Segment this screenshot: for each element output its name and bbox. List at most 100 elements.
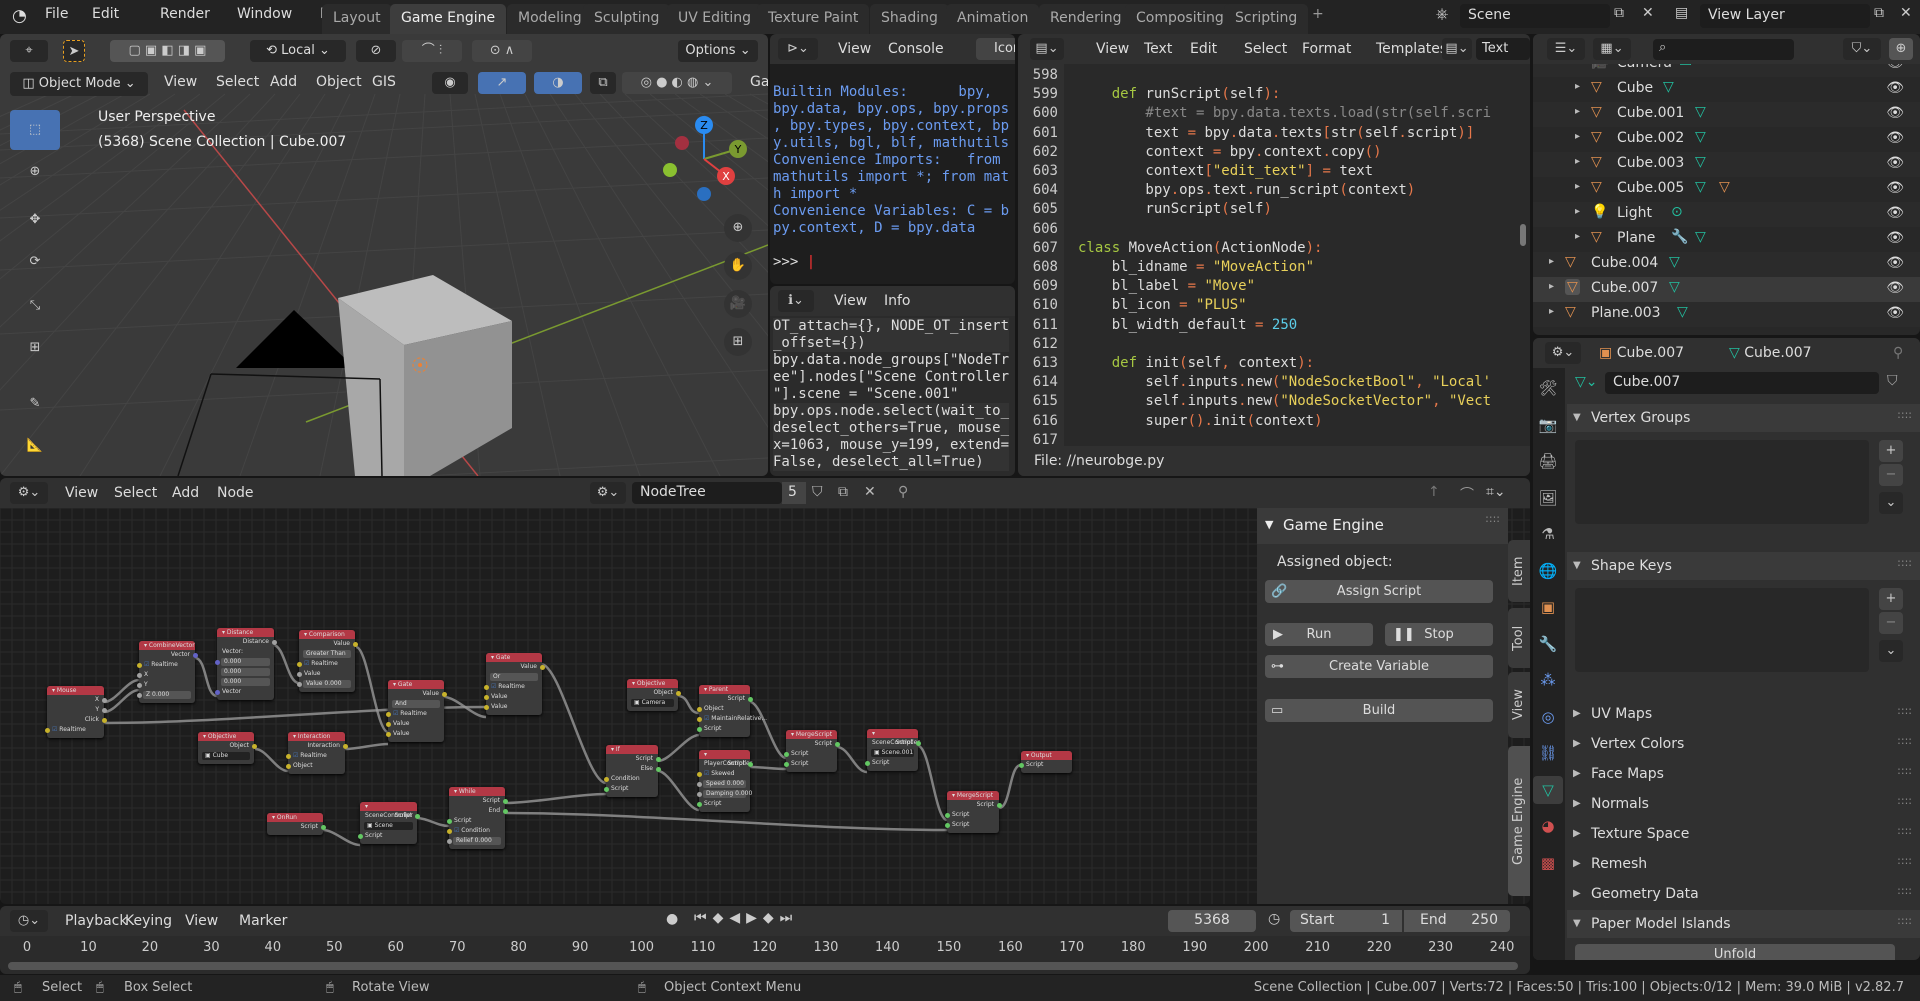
workspace-tab-game-engine[interactable]: Game Engine [390,4,507,34]
info-menu-view[interactable]: View [834,293,867,309]
node-mergescript[interactable]: ▾ MergeScript Script Script Script [944,791,1002,833]
text-scrollbar[interactable] [1520,224,1526,246]
socket-icon[interactable] [696,781,702,787]
tool-annotate-icon[interactable]: ✎ [10,386,60,422]
drag-grip-icon[interactable]: :::: [1897,794,1912,807]
node-gate[interactable]: ▾ Gate Value And ☑ Realtime Value Value [385,680,447,742]
node-header[interactable]: ▾ CombineVector [139,641,195,650]
panel-uv-maps[interactable]: ▶ UV Maps:::: [1567,700,1920,728]
properties-tab-texture-icon[interactable]: ▩ [1533,849,1563,877]
properties-tab-constraints-icon[interactable]: ⛓ [1533,739,1563,767]
new-collection-icon[interactable]: ⊕ [1889,38,1913,60]
mesh-icon[interactable]: ▽ [1719,179,1730,195]
workspace-tab-layout[interactable]: Layout [322,4,392,34]
socket-icon[interactable] [101,697,107,703]
node-object-field[interactable]: ▣ Cube [202,752,250,760]
socket-icon[interactable] [296,681,302,687]
current-frame-field[interactable]: 5368 [1168,910,1256,932]
timeline-menu-playback[interactable]: Playback [65,913,127,929]
outliner-item-light[interactable]: ▸ 💡 Light ⊙ 👁 [1533,202,1920,227]
socket-icon[interactable] [296,661,302,667]
node-header[interactable]: ▾ Mouse [47,686,104,695]
workspace-tab-modeling[interactable]: Modeling [507,4,593,34]
sidebar-tab-item[interactable]: Item [1508,540,1530,602]
node-header[interactable]: ▾ Gate [486,653,542,662]
timeline-menu-keying[interactable]: Keying [125,913,172,929]
tool-transform-icon[interactable]: ⊞ [10,330,60,366]
end-frame-field[interactable]: End 250 [1404,910,1510,932]
camera-view-icon[interactable]: 🎥 [724,290,752,318]
node-scenecontroller[interactable]: ▾ SceneController Script ▣ Scene.001 Script [864,729,921,771]
mesh-data-icon[interactable]: ▽ [1695,154,1706,170]
outliner-search-input[interactable]: ⌕ [1653,39,1794,60]
expand-arrow-icon[interactable]: ▸ [1575,81,1580,92]
node-combinevector[interactable]: ▾ CombineVector Vector ☑ Realtime X Y Z 0.000 [136,641,198,703]
node-header[interactable]: ▾ Interaction [288,732,345,741]
outliner[interactable]: ▸🎥Camera▭👁▸▽Cube▽👁▸▽Cube.001▽👁▸▽Cube.002… [1533,34,1920,335]
sidebar-tab-tool[interactable]: Tool [1508,608,1530,668]
node-header[interactable]: ▾ OnRun [267,813,323,822]
info-menu-info[interactable]: Info [884,293,911,309]
text-editor[interactable]: ▤⌄ View Text Edit Select Format Templates ▤⌄ … [1018,34,1530,476]
properties-tab-world-icon[interactable]: 🌐 [1533,557,1563,585]
socket-icon[interactable] [136,692,142,698]
socket-icon[interactable] [385,711,391,717]
properties-tab-particles-icon[interactable]: ⁂ [1533,666,1563,694]
socket-icon[interactable] [944,822,950,828]
socket-icon[interactable] [352,641,358,647]
specials-menu-icon[interactable]: ⌄ [1879,492,1903,514]
socket-icon[interactable] [696,706,702,712]
text-menu-select[interactable]: Select [1244,41,1287,57]
blender-logo-icon[interactable]: ◔ [12,6,27,26]
new-scene-icon[interactable]: ⧉ [1614,5,1624,21]
3d-viewport[interactable]: Z Y X ⌖ ➤ ▢ ▣ ◧ ◨ ▣ ⟲ Local ⌄ ⊘ ⌒ ⫶ ⊙ ∧ … [0,34,768,476]
socket-icon[interactable] [655,756,661,762]
drag-grip-icon[interactable]: :::: [1897,914,1912,927]
outliner-item-cube-001[interactable]: ▸ ▽ Cube.001 ▽ 👁 [1533,102,1920,127]
expand-arrow-icon[interactable]: ▸ [1575,106,1580,117]
socket-icon[interactable] [446,818,452,824]
unfold-button[interactable]: Unfold [1575,944,1895,960]
outliner-item-name[interactable]: Plane.003 [1591,305,1661,321]
add-item-icon[interactable]: + [1879,588,1903,610]
info-editor[interactable]: ℹ⌄ View Info OT_attach={}, NODE_OT_inser… [770,286,1015,476]
start-frame-field[interactable]: Start 1 [1290,910,1402,932]
viewport-menu-select[interactable]: Select [216,74,259,90]
node-editor[interactable]: ⚙⌄ View Select Add Node ⚙⌄ NodeTree 5 ⛉ ⧉ ✕… [0,478,1530,904]
fake-user-icon[interactable]: ⛉ [1887,373,1898,389]
socket-icon[interactable] [101,707,107,713]
socket-icon[interactable] [539,664,545,670]
preview-range-icon[interactable]: ◷ [1268,911,1280,927]
tool-select-box-icon[interactable]: ⬚ [10,110,60,150]
panel-geometry-data[interactable]: ▶ Geometry Data:::: [1567,880,1920,908]
build-button[interactable]: ▭ Build [1265,699,1493,722]
socket-icon[interactable] [285,753,291,759]
node-header[interactable]: ▾ Gate [388,680,444,689]
visibility-eye-icon[interactable]: 👁 [1886,230,1904,246]
tool-measure-icon[interactable]: 📐 [10,428,60,464]
visibility-eye-icon[interactable]: 👁 [1886,180,1904,196]
xray-icon[interactable]: ⧉ [590,72,616,94]
visibility-eye-icon[interactable]: 👁 [1886,130,1904,146]
console-menu-console[interactable]: Console [888,41,944,57]
outliner-item-cube-002[interactable]: ▸ ▽ Cube.002 ▽ 👁 [1533,127,1920,152]
shading-mode-buttons[interactable]: ◎ ● ◐ ◍ ⌄ [622,72,732,94]
visibility-eye-icon[interactable]: 👁 [1886,205,1904,221]
panel-vertex-groups[interactable]: ▼ Vertex Groups:::: [1567,404,1920,432]
socket-icon[interactable] [483,694,489,700]
workspace-tab-animation[interactable]: Animation [946,4,1040,34]
sidebar-tab-game-engine[interactable]: Game Engine [1508,746,1530,896]
socket-icon[interactable] [483,684,489,690]
zoom-icon[interactable]: ⊕ [724,214,752,242]
outliner-item-plane[interactable]: ▸ ▽ Plane 🔧 ▽ 👁 [1533,227,1920,252]
socket-icon[interactable] [675,690,681,696]
outliner-item-plane-003[interactable]: ▸ ▽ Plane.003 ▽ 👁 [1533,302,1920,327]
node-header[interactable]: ▾ Parent [699,685,750,694]
node-object-field[interactable]: ▣ Scene.001 [871,749,914,757]
node-objective[interactable]: ▾ Objective Object ▣ Camera [627,679,681,711]
outliner-item-cube-005[interactable]: ▸ ▽ Cube.005 ▽ ▽ 👁 [1533,177,1920,202]
properties-editor[interactable]: ⚙⌄ ▣ Cube.007 ▽ Cube.007 ⚲ 🛠 📷 🖨 🖼 ⚗ 🌐 ▣ 🔧 ⁂ ◎ ⛓ ▽ ◕… [1533,338,1920,960]
visibility-eye-icon[interactable]: 👁 [1886,255,1904,271]
socket-icon[interactable] [696,771,702,777]
properties-tab-modifier-icon[interactable]: 🔧 [1533,630,1563,658]
